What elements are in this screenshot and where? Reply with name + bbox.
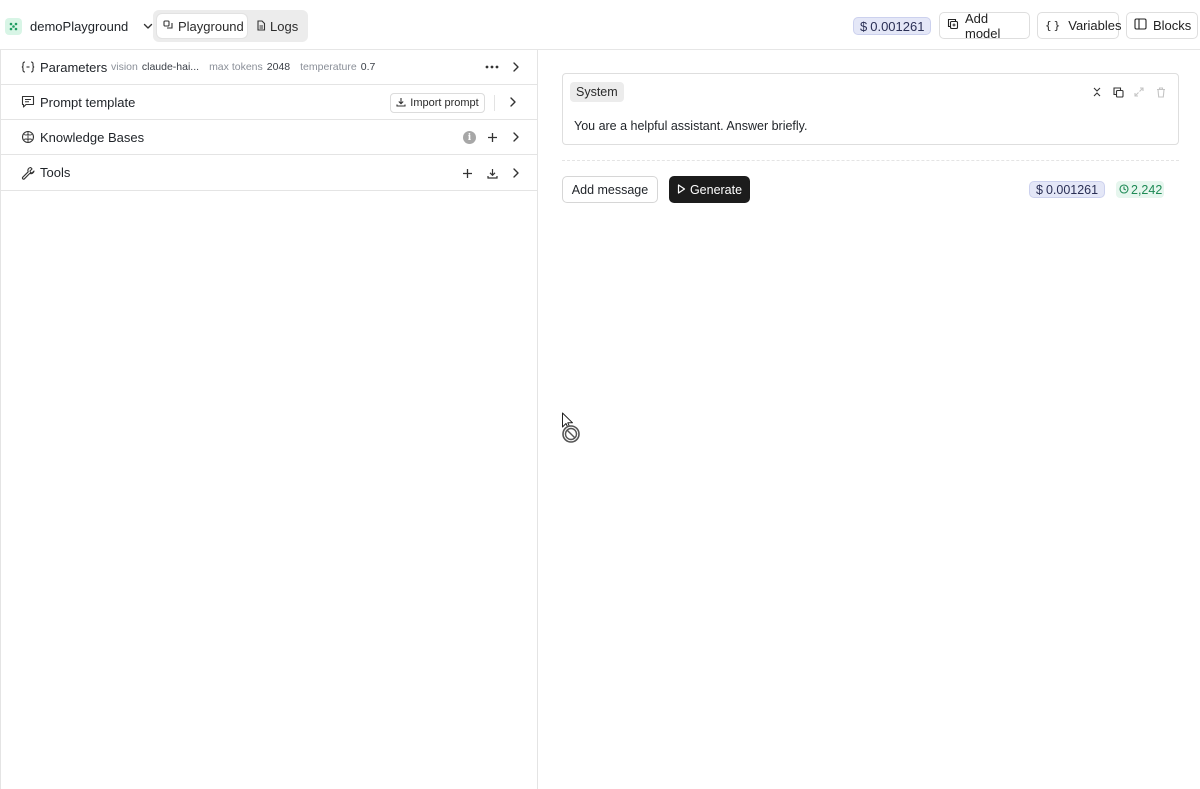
param-key: temperature	[300, 61, 357, 73]
token-count-badge: 2,242	[1116, 181, 1165, 198]
param-value: claude-hai...	[141, 61, 200, 73]
generate-button[interactable]: Generate	[669, 176, 750, 203]
project-name[interactable]: demoPlayground	[30, 19, 128, 34]
chevron-right-icon[interactable]	[507, 58, 525, 76]
top-bar: demoPlayground Playground Logs $ 0.00126…	[0, 0, 1200, 50]
prompt-template-row[interactable]: Prompt template Import prompt	[1, 85, 538, 120]
divider	[562, 160, 1179, 161]
knowledge-bases-row[interactable]: Knowledge Bases i	[1, 120, 538, 155]
parameters-row[interactable]: Parameters vision claude-hai... max toke…	[1, 50, 538, 85]
copy-icon[interactable]	[1111, 85, 1125, 99]
param-key: max tokens	[209, 61, 263, 73]
info-icon[interactable]: i	[463, 131, 476, 144]
collapse-icon[interactable]	[1090, 85, 1104, 99]
message-square-icon	[20, 94, 36, 110]
playground-icon	[163, 19, 174, 34]
cost-value: 0.001261	[870, 18, 925, 34]
download-icon[interactable]	[483, 164, 501, 182]
prompt-template-title: Prompt template	[40, 94, 136, 110]
tools-title: Tools	[40, 165, 71, 180]
token-count: 2,242	[1131, 182, 1163, 197]
divider	[494, 95, 495, 111]
chevron-right-icon[interactable]	[507, 164, 525, 182]
variables-label: Variables	[1068, 18, 1122, 33]
plus-icon[interactable]	[458, 164, 476, 182]
cost-value: 0.001261	[1045, 182, 1099, 197]
more-options-icon[interactable]	[483, 58, 501, 76]
chevron-right-icon[interactable]	[504, 93, 522, 111]
view-tabs: Playground Logs	[153, 10, 308, 42]
not-allowed-cursor-icon	[561, 412, 585, 446]
tab-label: Playground	[178, 18, 244, 34]
project-logo-icon	[5, 17, 22, 35]
blocks-label: Blocks	[1153, 18, 1192, 33]
tab-logs[interactable]: Logs	[250, 14, 302, 38]
add-model-label: Add model	[965, 10, 1001, 41]
param-value: 2048	[266, 61, 291, 73]
system-message-text[interactable]: You are a helpful assistant. Answer brie…	[574, 119, 807, 133]
system-message-card: System You are a helpful assistant. Answ…	[562, 73, 1179, 145]
total-cost-badge: $ 0.001261	[853, 17, 932, 35]
currency-symbol: $	[1036, 182, 1043, 197]
tools-row[interactable]: Tools	[1, 155, 538, 191]
currency-symbol: $	[860, 18, 868, 34]
param-value: 0.7	[360, 61, 376, 73]
import-prompt-button[interactable]: Import prompt	[390, 93, 485, 113]
param-key: vision	[111, 61, 138, 73]
braces-icon: {}	[1045, 19, 1063, 32]
blocks-button[interactable]: Blocks	[1126, 12, 1198, 39]
trash-icon[interactable]	[1154, 85, 1168, 99]
play-icon	[677, 183, 686, 197]
parameters-summary: vision claude-hai... max tokens 2048 tem…	[111, 61, 381, 73]
plus-icon[interactable]	[483, 128, 501, 146]
variables-button[interactable]: {} Variables	[1037, 12, 1122, 39]
generate-label: Generate	[689, 182, 743, 197]
project-selector[interactable]: demoPlayground	[5, 16, 154, 36]
add-model-button[interactable]: Add model	[939, 10, 1030, 41]
copy-plus-icon	[947, 18, 959, 33]
tab-playground[interactable]: Playground	[157, 14, 247, 38]
tab-label: Logs	[270, 18, 299, 34]
variable-brackets-icon	[20, 59, 36, 75]
parameters-title: Parameters	[40, 59, 108, 75]
chevron-right-icon[interactable]	[507, 128, 525, 146]
columns-icon	[1134, 18, 1147, 33]
clock-icon	[1119, 183, 1129, 197]
import-prompt-label: Import prompt	[410, 97, 479, 109]
knowledge-bases-title: Knowledge Bases	[40, 129, 145, 145]
expand-icon[interactable]	[1132, 85, 1146, 99]
brain-icon	[20, 129, 36, 145]
config-panel: Parameters vision claude-hai... max toke…	[0, 50, 538, 789]
run-cost-badge: $ 0.001261	[1029, 181, 1106, 198]
download-icon	[396, 97, 406, 110]
wrench-icon	[20, 165, 36, 181]
logs-file-icon	[256, 19, 266, 34]
system-role-label[interactable]: System	[570, 82, 624, 102]
add-message-button[interactable]: Add message	[562, 176, 658, 203]
